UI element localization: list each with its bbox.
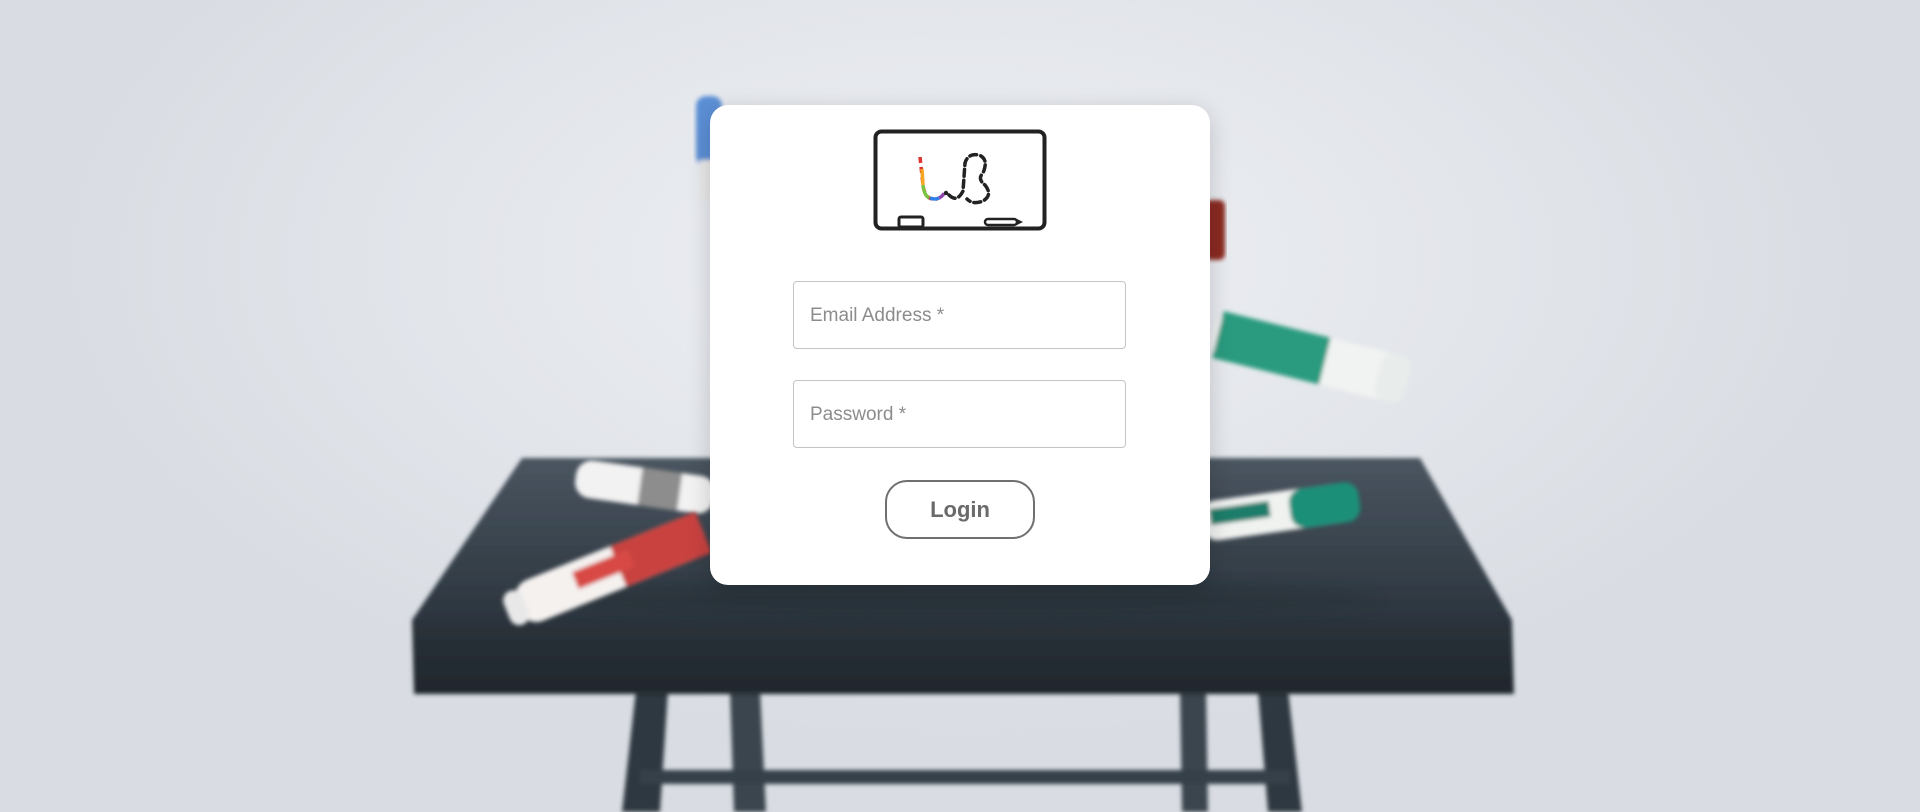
whiteboard-logo-icon: [873, 129, 1047, 231]
login-card: Email Address * Password * Login: [710, 105, 1210, 585]
email-input[interactable]: [794, 282, 1125, 348]
email-field[interactable]: Email Address *: [793, 281, 1126, 349]
password-field[interactable]: Password *: [793, 380, 1126, 448]
password-input[interactable]: [794, 381, 1125, 447]
login-button[interactable]: Login: [885, 480, 1035, 539]
